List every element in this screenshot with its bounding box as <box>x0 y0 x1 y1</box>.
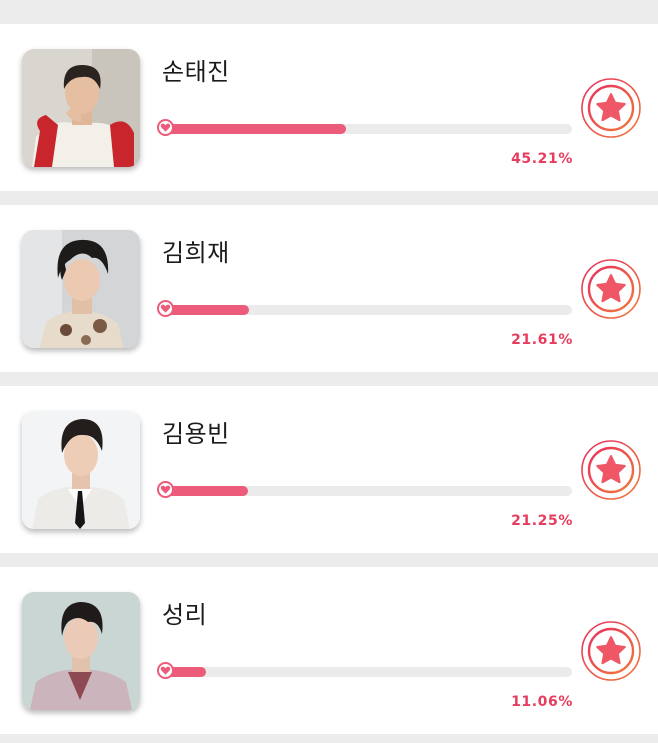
candidate-name: 손태진 <box>162 58 230 86</box>
star-vote-icon <box>581 259 641 319</box>
vote-button[interactable] <box>580 258 642 320</box>
vote-percent: 21.61% <box>511 332 573 348</box>
heart-icon <box>157 662 174 679</box>
star-vote-icon <box>581 621 641 681</box>
vote-percent: 11.06% <box>511 694 573 710</box>
candidate-name: 성리 <box>162 601 208 629</box>
vote-percent: 21.25% <box>511 513 573 529</box>
candidate-name: 김희재 <box>162 239 230 267</box>
vote-button[interactable] <box>580 620 642 682</box>
star-vote-icon <box>581 440 641 500</box>
candidate-photo <box>22 592 140 710</box>
candidate-card: 성리 11.06% <box>0 567 658 734</box>
candidate-photo <box>22 230 140 348</box>
candidate-card: 김용빈 21.25% <box>0 386 658 553</box>
heart-icon <box>157 119 174 136</box>
heart-icon <box>157 300 174 317</box>
candidate-card: 김희재 21.61% <box>0 205 658 372</box>
star-vote-icon <box>581 78 641 138</box>
vote-progress-bar <box>157 119 572 136</box>
candidate-card: 손태진 45.21% <box>0 24 658 191</box>
candidate-name: 김용빈 <box>162 420 230 448</box>
candidate-photo <box>22 49 140 167</box>
vote-button[interactable] <box>580 439 642 501</box>
vote-percent: 45.21% <box>511 151 573 167</box>
vote-ranking-list: 손태진 45.21% 김희재 21.61% 김용빈 21.25% 성리 11.0… <box>0 0 658 743</box>
vote-progress-fill <box>160 124 347 134</box>
vote-progress-bar <box>157 300 572 317</box>
heart-icon <box>157 481 174 498</box>
candidate-photo <box>22 411 140 529</box>
vote-progress-bar <box>157 481 572 498</box>
vote-progress-bar <box>157 662 572 679</box>
vote-button[interactable] <box>580 77 642 139</box>
